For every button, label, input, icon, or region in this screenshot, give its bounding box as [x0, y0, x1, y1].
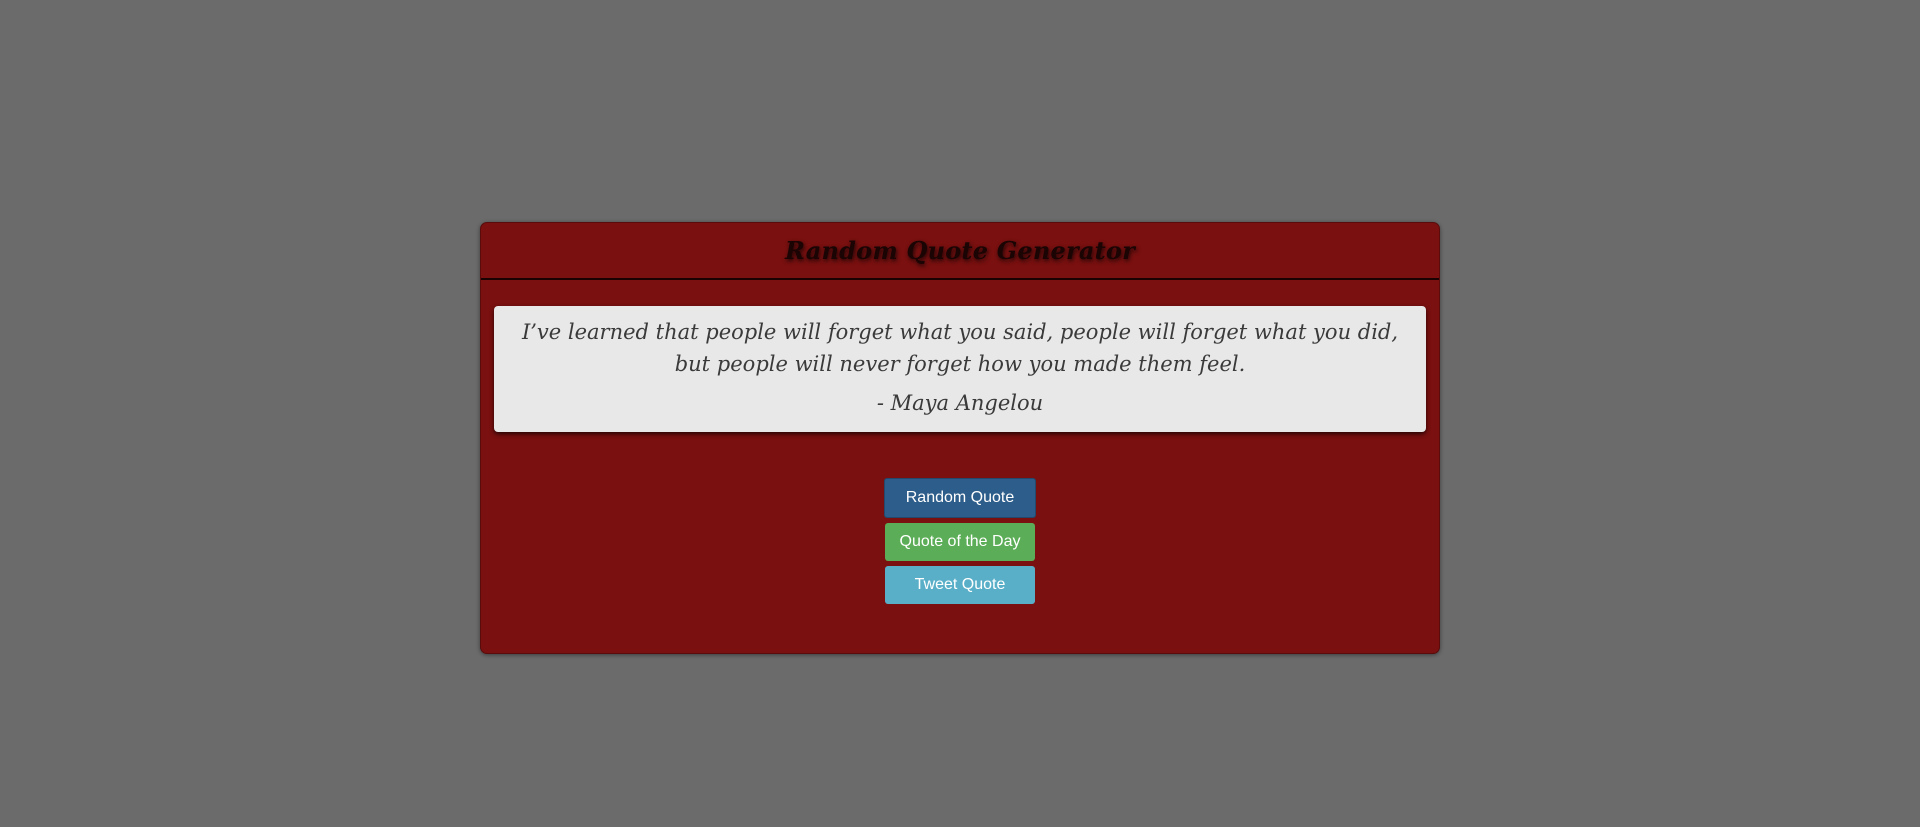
quote-text: I’ve learned that people will forget wha…	[521, 320, 1399, 376]
page-title: Random Quote Generator	[785, 236, 1135, 265]
quote-card: Random Quote Generator I’ve learned that…	[480, 222, 1440, 654]
quote-author: - Maya Angelou	[876, 391, 1044, 415]
quote-of-the-day-button[interactable]: Quote of the Day	[885, 523, 1035, 561]
random-quote-button[interactable]: Random Quote	[884, 478, 1036, 518]
quote-box: I’ve learned that people will forget wha…	[494, 306, 1426, 432]
button-group: Random Quote Quote of the Day Tweet Quot…	[481, 478, 1439, 609]
card-header: Random Quote Generator	[481, 223, 1439, 280]
tweet-quote-button[interactable]: Tweet Quote	[885, 566, 1035, 604]
